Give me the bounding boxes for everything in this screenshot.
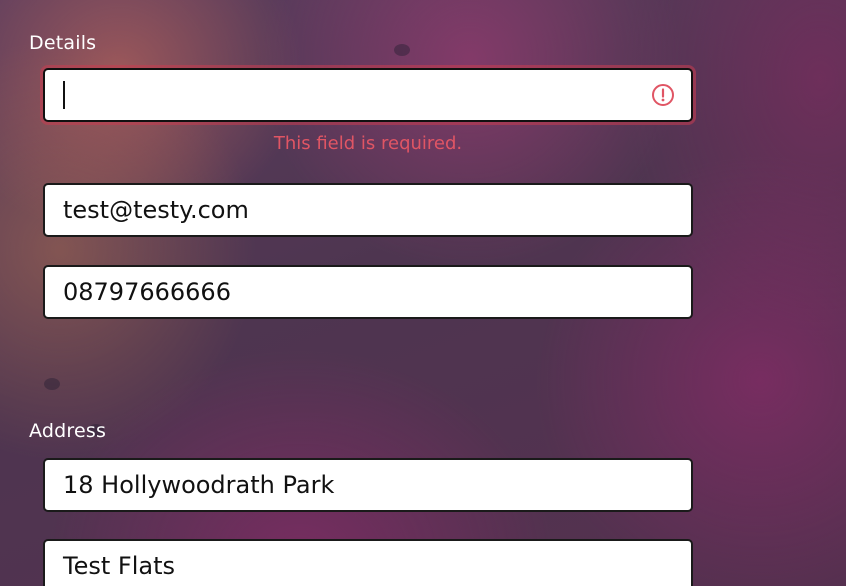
address-section-label: Address [29,420,107,442]
address-line1-field[interactable]: 18 Hollywoodrath Park [43,458,693,512]
email-field-value: test@testy.com [63,196,249,224]
background-decoration [44,378,60,390]
address-line1-value: 18 Hollywoodrath Park [63,471,335,499]
phone-field-value: 08797666666 [63,278,231,306]
name-field[interactable] [43,68,693,122]
email-field[interactable]: test@testy.com [43,183,693,237]
address-line2-field[interactable]: Test Flats [43,539,693,586]
error-circle-icon [652,84,674,106]
name-field-error-message: This field is required. [273,133,463,154]
text-cursor [63,81,65,109]
details-section-label: Details [29,32,97,54]
background-decoration [394,44,410,56]
address-line2-value: Test Flats [63,552,175,580]
phone-field[interactable]: 08797666666 [43,265,693,319]
